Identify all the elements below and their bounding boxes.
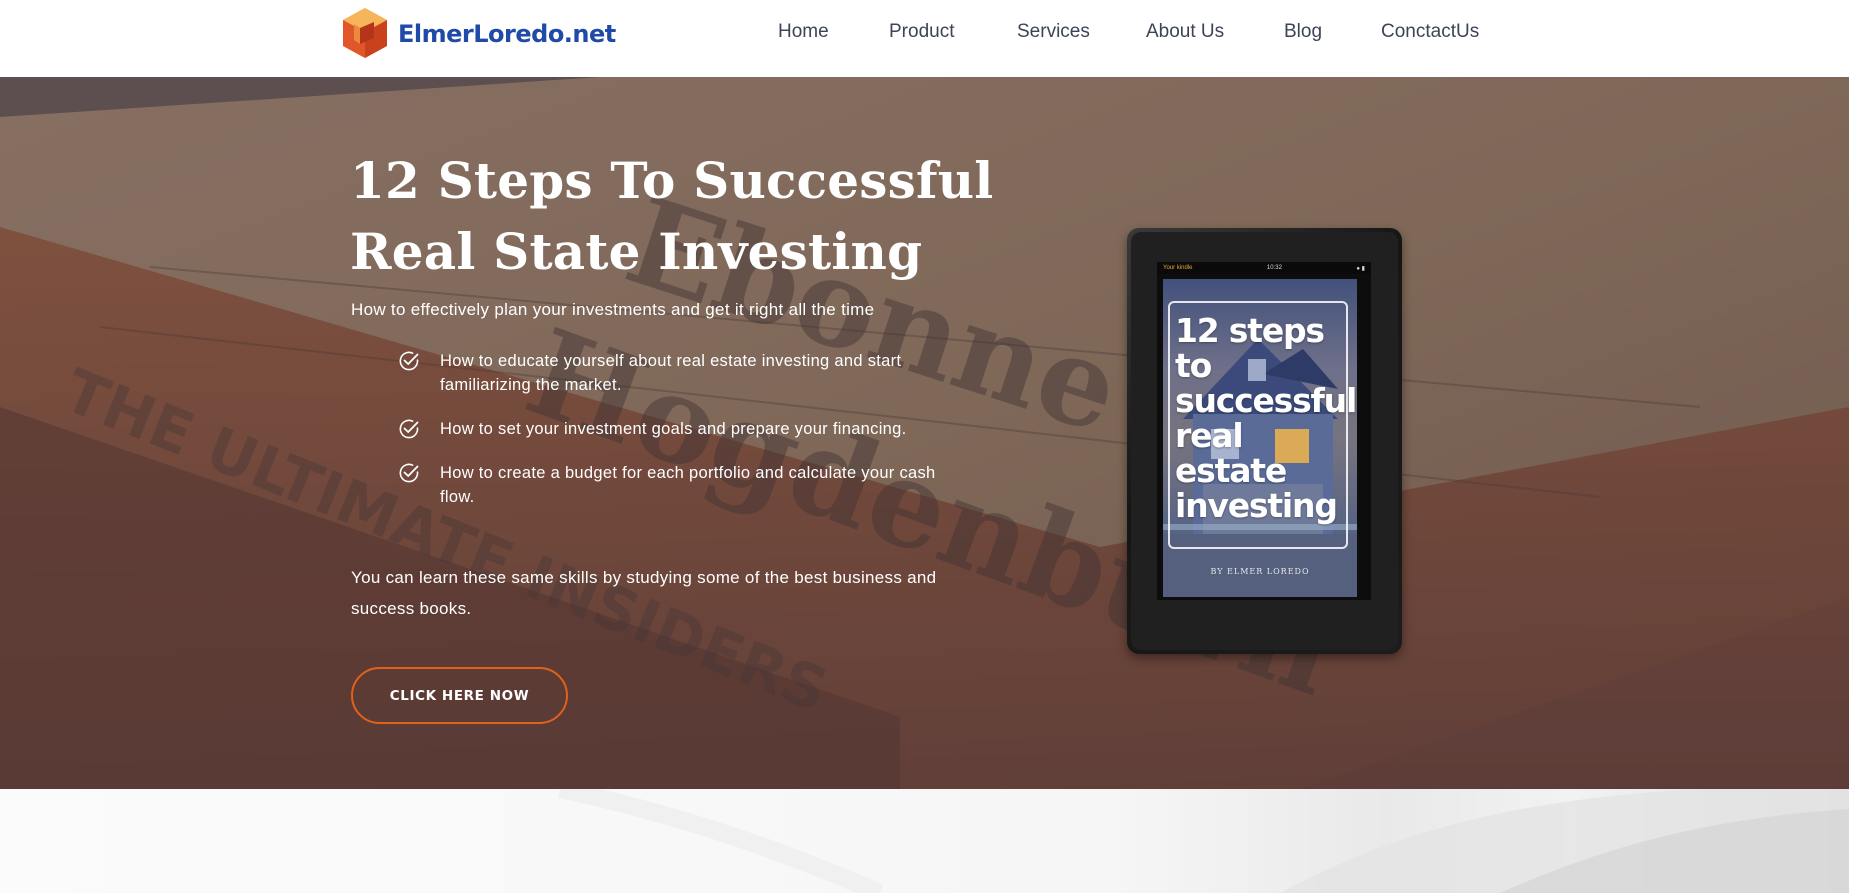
nav-blog[interactable]: Blog [1284, 21, 1322, 43]
hero-title-line2: Real State Investing [350, 222, 923, 281]
nav-home[interactable]: Home [778, 21, 829, 43]
cover-title-line: estate [1175, 451, 1287, 490]
logo-text: ElmerLoredo.net [398, 20, 616, 48]
nav-about-us[interactable]: About Us [1146, 21, 1224, 43]
check-circle-icon [399, 463, 419, 483]
ebook-cover: 12 steps to successful real estate inves… [1163, 279, 1357, 597]
site-header: ElmerLoredo.net Home Product Services Ab… [0, 0, 1849, 77]
hero-section: Ebonne Hogdenburn THE ULTIMATE INSIDERS … [0, 77, 1849, 789]
benefits-checklist: How to educate yourself about real estat… [398, 349, 958, 509]
cover-title-line: real [1175, 416, 1244, 455]
tablet-status-bar: Your kindle 10:32 ● ▮ [1157, 262, 1371, 274]
nav-product[interactable]: Product [889, 21, 954, 43]
nav-services[interactable]: Services [1017, 21, 1090, 43]
status-icons: ● ▮ [1356, 265, 1365, 272]
checklist-item: How to create a budget for each portfoli… [398, 461, 958, 509]
cover-title-line: 12 steps [1175, 311, 1325, 350]
ebook-cover-title: 12 steps to successful real estate inves… [1175, 311, 1357, 525]
status-device-name: Your kindle [1163, 265, 1193, 271]
hero-paragraph: You can learn these same skills by study… [351, 568, 937, 618]
checklist-item: How to set your investment goals and pre… [398, 417, 958, 441]
hero-title-line1: 12 Steps To Successful [350, 151, 994, 210]
cube-logo-icon [343, 8, 387, 58]
next-section-preview [0, 789, 1849, 893]
checklist-text: How to create a budget for each portfoli… [440, 464, 936, 506]
checklist-text: How to educate yourself about real estat… [440, 352, 902, 394]
checklist-item: How to educate yourself about real estat… [398, 349, 958, 397]
cover-title-line: successful [1175, 381, 1357, 420]
ebook-cover-author: BY ELMER LOREDO [1210, 567, 1310, 576]
check-circle-icon [399, 419, 419, 439]
tablet-screen: Your kindle 10:32 ● ▮ 12 steps to succes… [1157, 262, 1371, 600]
status-time: 10:32 [1266, 265, 1282, 271]
click-here-now-button[interactable]: CLICK HERE NOW [351, 667, 568, 724]
kindle-tablet-mockup: Your kindle 10:32 ● ▮ 12 steps to succes… [1127, 228, 1402, 654]
hero-subtitle: How to effectively plan your investments… [351, 300, 875, 319]
open-book-background-image [558, 789, 1849, 893]
cover-title-line: investing [1175, 486, 1338, 525]
check-circle-icon [399, 351, 419, 371]
cover-title-line: to [1175, 346, 1212, 385]
site-logo[interactable]: ElmerLoredo.net [340, 6, 616, 62]
hero-title: 12 Steps To Successful Real State Invest… [350, 145, 1050, 287]
nav-contact-us[interactable]: ConctactUs [1381, 21, 1479, 43]
checklist-text: How to set your investment goals and pre… [440, 420, 907, 438]
